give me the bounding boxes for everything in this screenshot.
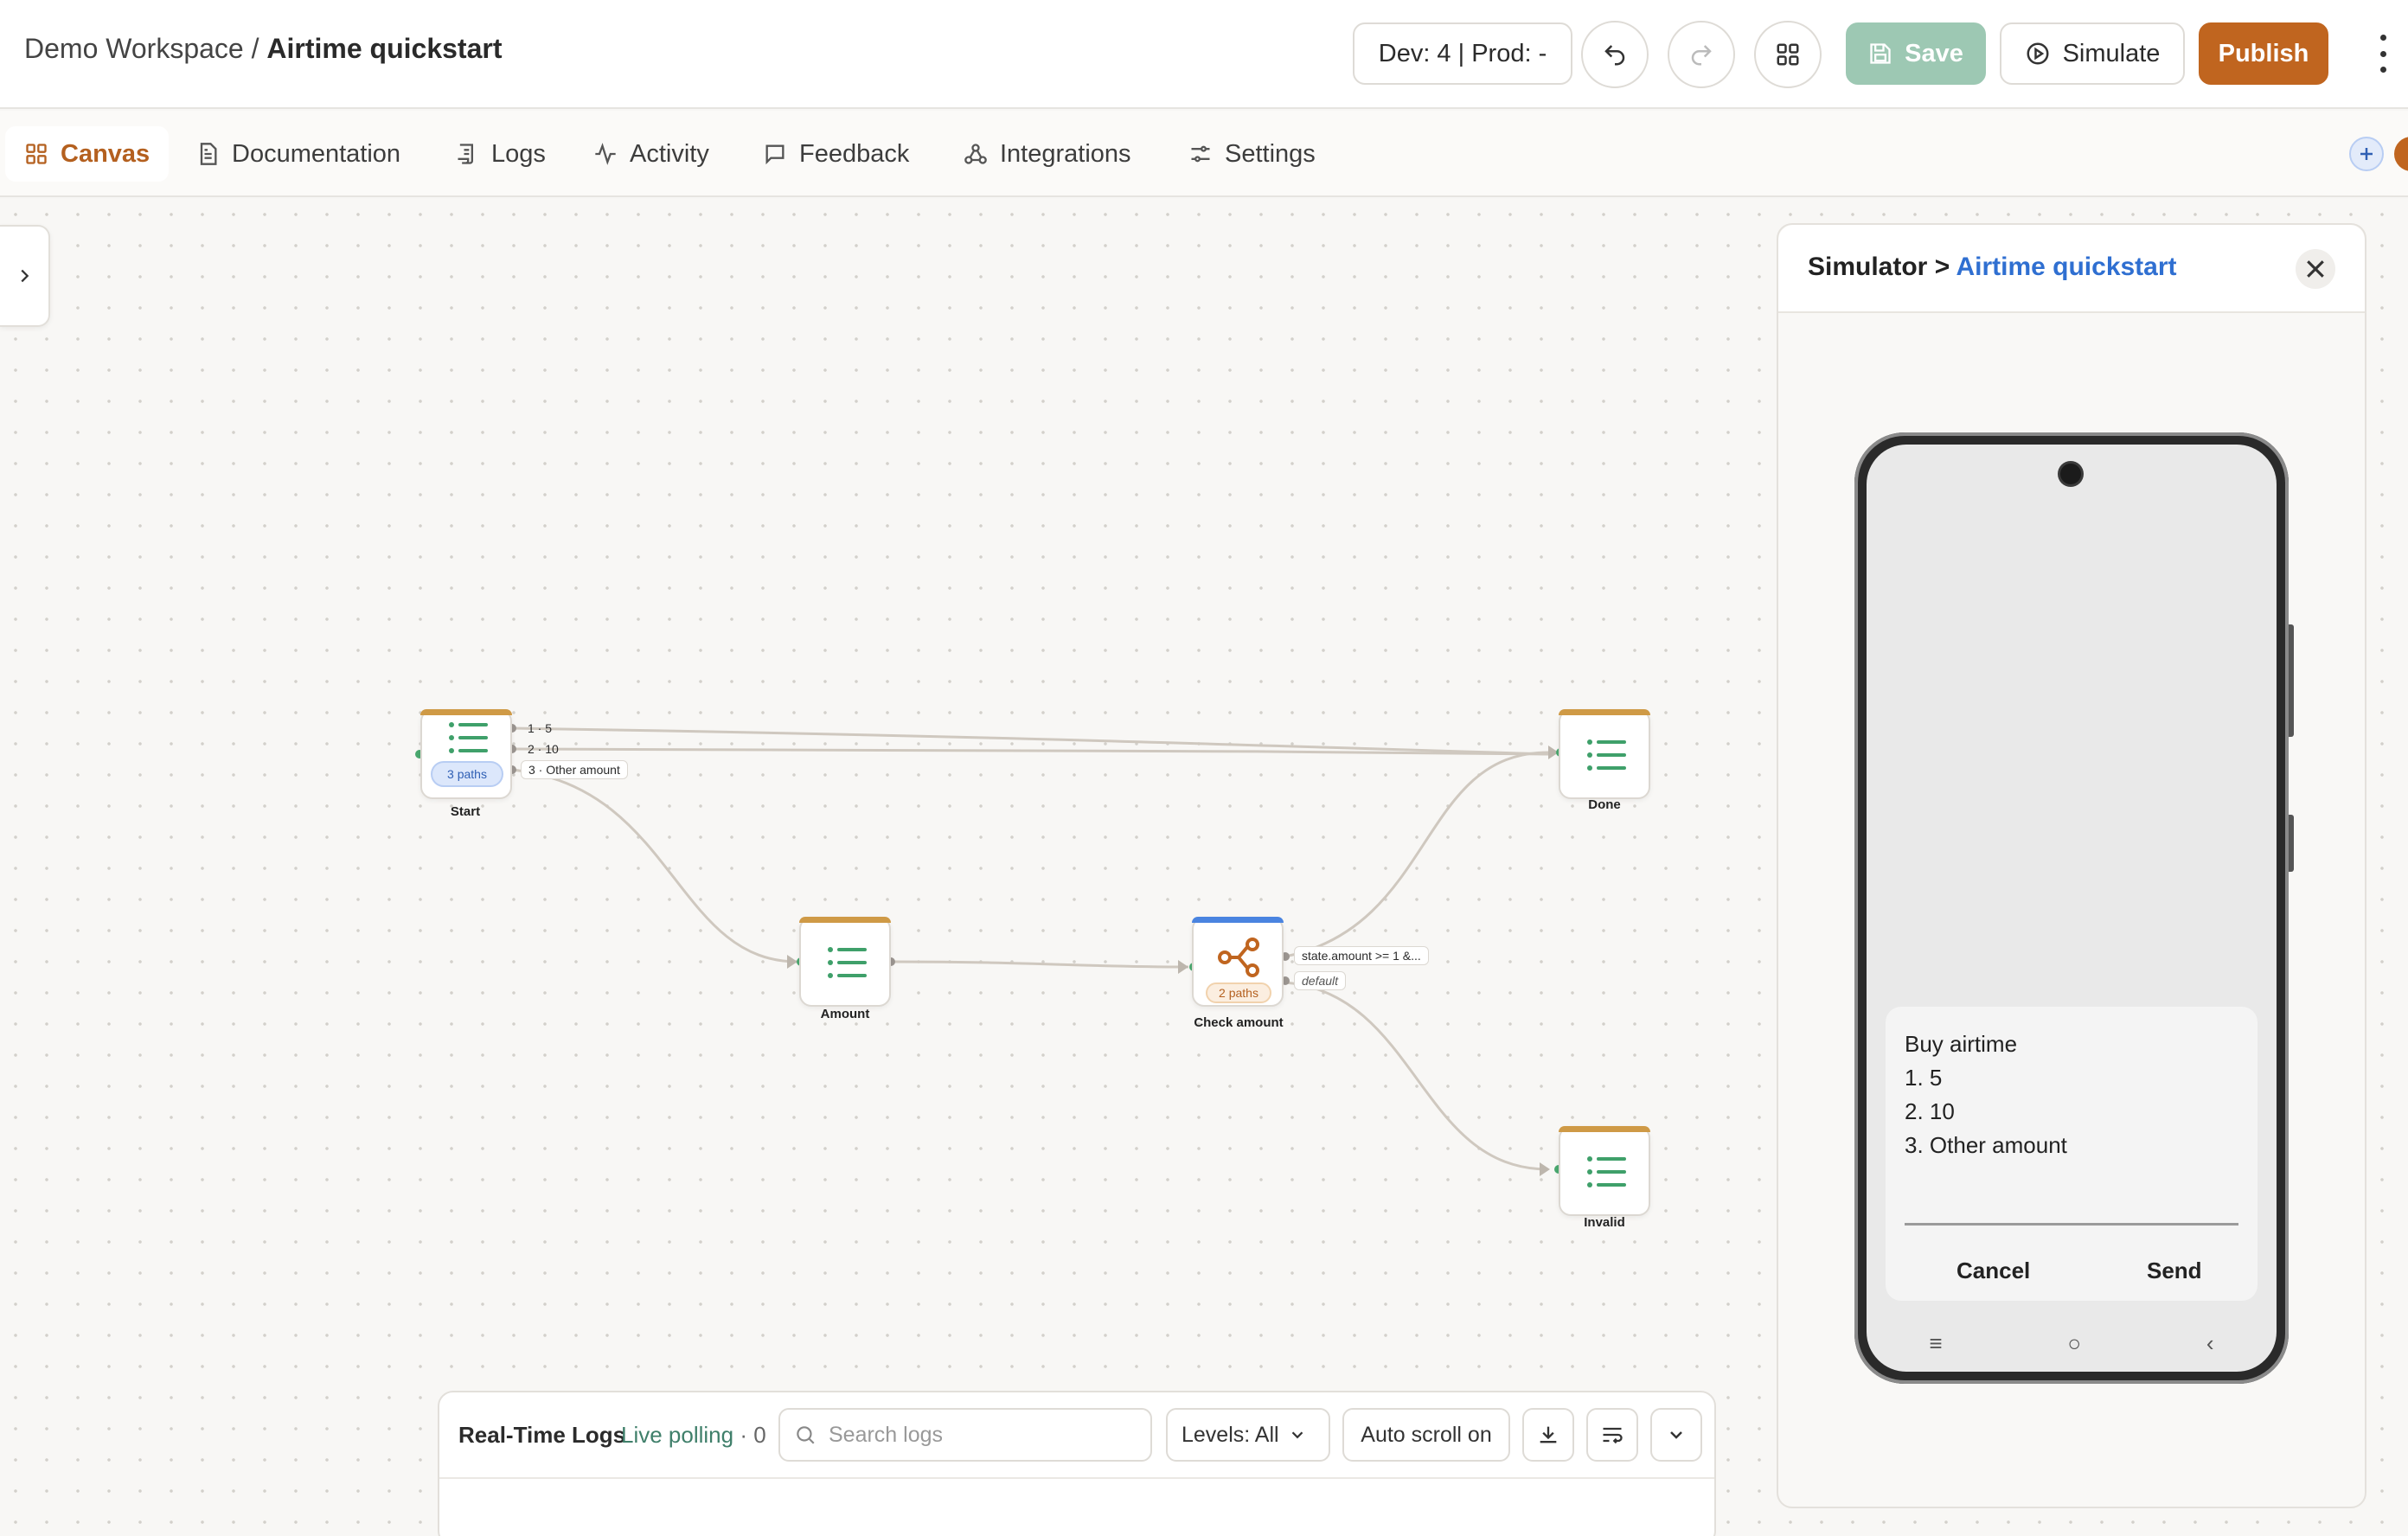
node-amount[interactable] — [799, 917, 891, 1007]
camera-icon — [2060, 464, 2081, 484]
simulator-panel: Simulator > Airtime quickstart Buy airti… — [1777, 223, 2366, 1508]
ussd-line: Buy airtime — [1905, 1031, 2018, 1057]
menu-list-icon — [449, 722, 488, 753]
paths-badge: 2 paths — [1206, 982, 1271, 1003]
ussd-line: 2. 10 — [1905, 1098, 1955, 1124]
phone-frame: Buy airtime 1. 5 2. 10 3. Other amount C… — [1854, 432, 2294, 1384]
cancel-button[interactable]: Cancel — [1956, 1258, 2030, 1284]
logs-status-text: Live polling — [621, 1422, 734, 1448]
close-simulator-button[interactable] — [2296, 249, 2335, 289]
edge-check-done[interactable] — [1284, 751, 1549, 958]
volume-key — [2289, 624, 2294, 737]
logs-title: Real-Time Logs — [458, 1422, 626, 1448]
node-label-done: Done — [1588, 797, 1621, 812]
phone-screen: Buy airtime 1. 5 2. 10 3. Other amount C… — [1867, 445, 2277, 1372]
wrap-text-icon — [1603, 1427, 1623, 1444]
ussd-line: 1. 5 — [1905, 1065, 1943, 1091]
node-label-check-amount: Check amount — [1194, 1015, 1284, 1030]
download-logs-button[interactable] — [1522, 1408, 1574, 1462]
node-accent — [1559, 1126, 1650, 1132]
ussd-message: Buy airtime 1. 5 2. 10 3. Other amount — [1905, 1027, 2067, 1162]
simulator-header: Simulator > Airtime quickstart — [1778, 225, 2365, 313]
ussd-reply-input[interactable] — [1905, 1223, 2238, 1226]
simulator-title: Simulator > Airtime quickstart — [1808, 253, 2177, 282]
node-label-invalid: Invalid — [1584, 1215, 1625, 1230]
edge-arrowhead — [1178, 960, 1188, 974]
ussd-dialog: Buy airtime 1. 5 2. 10 3. Other amount C… — [1886, 1007, 2258, 1301]
home-icon[interactable]: ○ — [2067, 1330, 2081, 1357]
logs-search-input[interactable]: Search logs — [778, 1408, 1152, 1462]
edge-start-amount[interactable] — [511, 768, 798, 963]
edge-arrowhead — [1540, 1162, 1550, 1176]
port-label: state.amount >= 1 &... — [1294, 946, 1429, 965]
realtime-logs-panel: Real-Time Logs Live polling · 0 Search l… — [438, 1391, 1716, 1536]
power-key — [2289, 815, 2294, 872]
port-label: 3 · Other amount — [521, 760, 628, 779]
port-label: 2 · 10 — [528, 742, 559, 756]
node-start[interactable]: 3 paths — [420, 709, 512, 799]
branch-icon — [1218, 938, 1259, 977]
close-icon — [2307, 260, 2324, 278]
collapse-logs-button[interactable] — [1650, 1408, 1702, 1462]
levels-label: Levels: All — [1182, 1422, 1279, 1447]
logs-count: · 0 — [740, 1422, 766, 1448]
simulator-title-flow[interactable]: Airtime quickstart — [1956, 253, 2176, 281]
chevron-down-icon — [1670, 1431, 1682, 1439]
menu-list-icon — [1587, 1156, 1626, 1187]
port-label: default — [1294, 971, 1347, 990]
node-accent — [1192, 917, 1284, 923]
logs-toolbar: Real-Time Logs Live polling · 0 Search l… — [439, 1392, 1714, 1479]
node-accent — [799, 917, 891, 923]
levels-dropdown[interactable]: Levels: All — [1166, 1408, 1330, 1462]
android-nav-bar: ≡ ○ ‹ — [1867, 1315, 2277, 1372]
search-placeholder: Search logs — [829, 1422, 944, 1447]
node-accent — [420, 709, 512, 715]
menu-list-icon — [828, 947, 867, 978]
back-icon[interactable]: ‹ — [2206, 1330, 2214, 1357]
node-label-start: Start — [450, 804, 481, 819]
download-icon — [1540, 1426, 1557, 1443]
node-done[interactable] — [1559, 709, 1650, 799]
node-label-amount: Amount — [820, 1007, 870, 1021]
edge-amount-check[interactable] — [892, 960, 1189, 969]
recent-apps-icon[interactable]: ≡ — [1929, 1330, 1942, 1357]
auto-scroll-toggle[interactable]: Auto scroll on — [1342, 1408, 1510, 1462]
wrap-lines-button[interactable] — [1586, 1408, 1638, 1462]
search-icon — [797, 1426, 815, 1444]
logs-status: Live polling · 0 — [621, 1422, 766, 1449]
node-check-amount[interactable]: 2 paths — [1192, 917, 1284, 1007]
node-accent — [1559, 709, 1650, 715]
node-invalid[interactable] — [1559, 1126, 1650, 1216]
chevron-down-icon — [1291, 1431, 1303, 1439]
port-label: 1 · 5 — [528, 721, 553, 735]
ussd-line: 3. Other amount — [1905, 1132, 2067, 1158]
paths-badge: 3 paths — [431, 761, 503, 787]
menu-list-icon — [1587, 739, 1626, 771]
simulator-title-prefix: Simulator > — [1808, 253, 1950, 281]
edge-arrowhead — [787, 955, 797, 969]
edge-check-invalid[interactable] — [1284, 981, 1549, 1171]
send-button[interactable]: Send — [2147, 1258, 2202, 1284]
auto-scroll-label: Auto scroll on — [1361, 1422, 1492, 1447]
